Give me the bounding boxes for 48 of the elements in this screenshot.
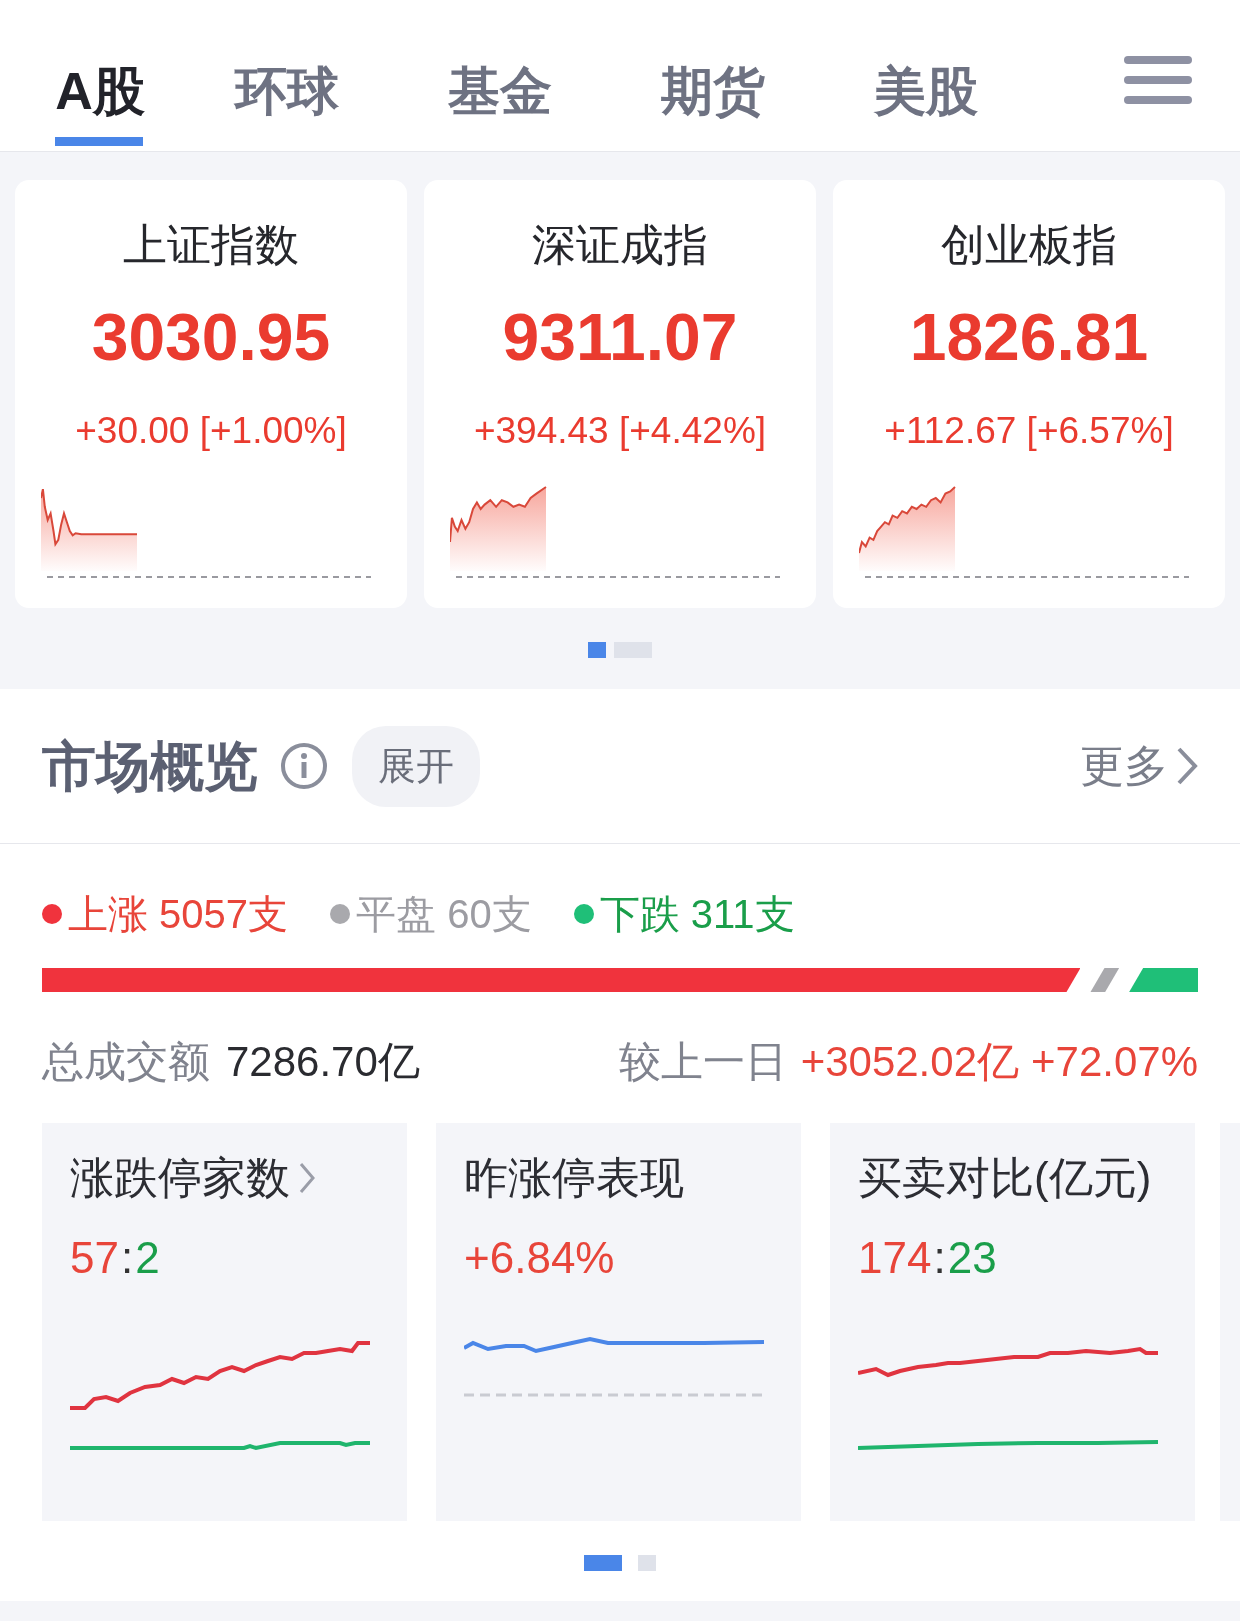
index-name: 上证指数 bbox=[122, 219, 300, 271]
tab[interactable]: A股 bbox=[20, 0, 180, 152]
down-count: 2 bbox=[135, 1232, 160, 1284]
chevron-right-icon bbox=[1176, 746, 1198, 786]
expand-button[interactable]: 展开 bbox=[352, 725, 480, 807]
index-name: 深证成指 bbox=[531, 219, 709, 271]
index-value: 3030.95 bbox=[90, 299, 332, 376]
compare-percent: +72.07% bbox=[1031, 1037, 1198, 1087]
compare-label: 较上一日 bbox=[618, 1037, 787, 1087]
info-icon[interactable] bbox=[280, 742, 328, 790]
stat-card[interactable]: 涨跌停家数 57:2 bbox=[42, 1123, 407, 1521]
stat-title: 昨涨停表现 bbox=[464, 1152, 684, 1204]
tab[interactable]: 基金 bbox=[393, 0, 606, 152]
compare-amount: +3052.02亿 bbox=[800, 1037, 1019, 1087]
index-card[interactable]: 上证指数 3030.95 +30.00 [+1.00%] bbox=[15, 180, 407, 608]
index-value: 9311.07 bbox=[501, 299, 739, 376]
index-change: +394.43 [+4.42%] bbox=[472, 409, 768, 454]
legend-label: 下跌 311支 bbox=[599, 891, 795, 938]
down-count: 23 bbox=[947, 1232, 997, 1284]
breadth-segment bbox=[1129, 968, 1198, 992]
tab[interactable]: 环球 bbox=[180, 0, 393, 152]
turnover-label: 总成交额 bbox=[42, 1037, 210, 1087]
legend-label: 上涨 5057支 bbox=[68, 891, 289, 938]
turnover-value: 7286.70亿 bbox=[226, 1037, 420, 1087]
more-link[interactable]: 更多 bbox=[1080, 733, 1198, 799]
index-change: +112.67 [+6.57%] bbox=[883, 409, 1175, 454]
tab[interactable]: 期货 bbox=[606, 0, 819, 152]
legend-label: 平盘 60支 bbox=[356, 891, 532, 938]
menu-icon[interactable] bbox=[1124, 56, 1192, 104]
ratio-separator: : bbox=[933, 1232, 946, 1284]
page-indicator[interactable] bbox=[638, 1555, 656, 1571]
up-count: 174 bbox=[858, 1232, 932, 1284]
stat-title: 涨跌停家数 bbox=[70, 1152, 290, 1204]
index-value: 1826.81 bbox=[908, 299, 1150, 376]
page-indicator[interactable] bbox=[588, 642, 606, 658]
index-change: +30.00 [+1.00%] bbox=[74, 409, 348, 454]
stat-title: 买卖对比(亿元) bbox=[858, 1152, 1152, 1204]
page-indicator[interactable] bbox=[584, 1555, 622, 1571]
stat-card[interactable]: 昨涨停表现 +6.84% bbox=[436, 1123, 802, 1521]
index-name: 创业板指 bbox=[940, 219, 1118, 271]
section-title: 市场概览 bbox=[42, 734, 258, 798]
ratio-separator: : bbox=[120, 1232, 134, 1284]
stat-card[interactable]: 买卖对比(亿元) 174:23 bbox=[830, 1123, 1196, 1521]
tab[interactable]: 美股 bbox=[819, 0, 1032, 152]
index-card[interactable]: 深证成指 9311.07 +394.43 [+4.42%] bbox=[424, 180, 816, 608]
index-card[interactable]: 创业板指 1826.81 +112.67 [+6.57%] bbox=[833, 180, 1225, 608]
stat-value: +6.84% bbox=[464, 1232, 615, 1284]
up-count: 57 bbox=[70, 1232, 119, 1284]
